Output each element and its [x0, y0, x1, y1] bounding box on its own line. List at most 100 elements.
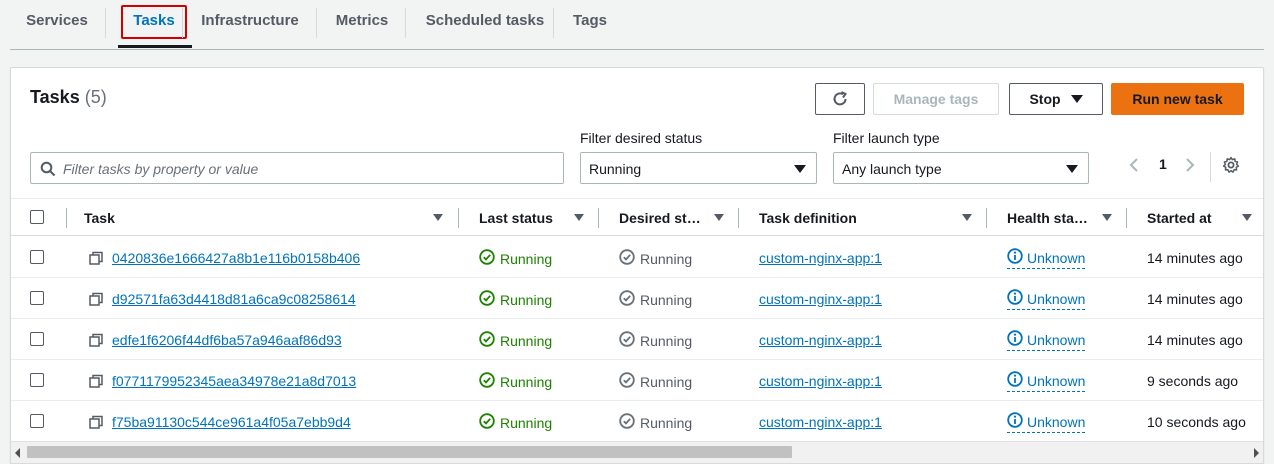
column-header-started-at[interactable]: Started at [1147, 210, 1212, 226]
manage-tags-button[interactable]: Manage tags [873, 83, 999, 115]
filter-launch-label: Filter launch type [833, 130, 940, 146]
task-definition-link[interactable]: custom-nginx-app:1 [759, 332, 882, 348]
health-status-text: Unknown [1027, 290, 1086, 307]
tab-metrics[interactable]: Metrics [330, 0, 394, 44]
health-status[interactable]: Unknown [1007, 371, 1086, 392]
scroll-right-icon[interactable] [1254, 448, 1259, 458]
stop-button-label: Stop [1029, 91, 1061, 107]
desired-status-text: Running [640, 373, 693, 390]
run-new-task-button[interactable]: Run new task [1111, 83, 1244, 115]
tab-tags[interactable]: Tags [568, 0, 612, 44]
launch-type-select[interactable]: Any launch type [833, 152, 1089, 184]
copy-icon[interactable] [89, 292, 104, 312]
row-checkbox[interactable] [30, 332, 44, 346]
sort-icon[interactable] [962, 214, 972, 221]
health-status[interactable]: Unknown [1007, 412, 1086, 433]
row-checkbox[interactable] [30, 250, 44, 264]
column-divider[interactable] [738, 208, 739, 228]
last-status: Running [479, 249, 552, 268]
column-header-task-definition[interactable]: Task definition [759, 210, 857, 226]
last-status-text: Running [500, 291, 553, 308]
task-definition-link[interactable]: custom-nginx-app:1 [759, 291, 882, 307]
scrollbar-thumb[interactable] [27, 446, 792, 458]
table-row[interactable]: f0771179952345aea34978e21a8d7013 Running R… [11, 360, 1263, 401]
gear-icon[interactable] [1222, 156, 1240, 174]
tab-divider [553, 8, 554, 38]
tab-divider [405, 8, 406, 38]
table-row[interactable]: d92571fa63d4418d81a6ca9c08258614 Running R… [11, 278, 1263, 319]
last-status: Running [479, 413, 552, 432]
sort-icon[interactable] [714, 214, 724, 221]
caret-down-icon [794, 165, 806, 173]
chevron-right-icon[interactable] [1184, 157, 1196, 173]
sort-icon[interactable] [1242, 214, 1252, 221]
task-definition-link[interactable]: custom-nginx-app:1 [759, 373, 882, 389]
desired-status-select[interactable]: Running [580, 152, 817, 184]
task-id-link[interactable]: 0420836e1666427a8b1e116b0158b406 [112, 250, 360, 266]
table-row[interactable]: f75ba91130c544ce961a4f05a7ebb9d4 Running R… [11, 401, 1263, 442]
row-checkbox[interactable] [30, 373, 44, 387]
health-status[interactable]: Unknown [1007, 289, 1086, 310]
launch-type-value: Any launch type [842, 161, 942, 177]
health-status[interactable]: Unknown [1007, 330, 1086, 351]
tab-divider [105, 8, 106, 38]
page-number[interactable]: 1 [1159, 156, 1167, 172]
column-divider[interactable] [458, 208, 459, 228]
chevron-down-icon [1070, 95, 1083, 103]
desired-status-text: Running [640, 332, 693, 349]
desired-status: Running [619, 331, 692, 350]
table-row[interactable]: edfe1f6206f44df6ba57a946aaf86d93 Running R… [11, 319, 1263, 360]
copy-icon[interactable] [89, 415, 104, 435]
copy-icon[interactable] [89, 374, 104, 394]
scroll-left-icon[interactable] [15, 448, 20, 458]
sort-icon[interactable] [433, 214, 443, 221]
task-count: (5) [84, 87, 107, 107]
column-header-task[interactable]: Task [84, 210, 115, 226]
sort-icon[interactable] [1102, 214, 1112, 221]
task-id-link[interactable]: f75ba91130c544ce961a4f05a7ebb9d4 [112, 414, 351, 430]
health-status-text: Unknown [1027, 249, 1086, 266]
desired-status-text: Running [640, 250, 693, 267]
search-input[interactable]: Filter tasks by property or value [30, 152, 564, 184]
panel-title-text: Tasks [30, 87, 80, 107]
status-check-icon [619, 413, 635, 432]
panel-title: Tasks (5) [30, 87, 107, 108]
task-definition-link[interactable]: custom-nginx-app:1 [759, 250, 882, 266]
column-header-last-status[interactable]: Last status [479, 210, 553, 226]
health-status-text: Unknown [1027, 372, 1086, 389]
info-icon [1007, 412, 1023, 431]
info-icon [1007, 371, 1023, 390]
column-divider[interactable] [598, 208, 599, 228]
column-header-health-status[interactable]: Health sta… [1007, 210, 1088, 226]
tab-services[interactable]: Services [18, 0, 96, 44]
search-placeholder: Filter tasks by property or value [63, 161, 259, 177]
sort-icon[interactable] [574, 214, 584, 221]
column-divider[interactable] [986, 208, 987, 228]
health-status-text: Unknown [1027, 331, 1086, 348]
task-id-link[interactable]: d92571fa63d4418d81a6ca9c08258614 [112, 291, 356, 307]
tab-scheduled-tasks[interactable]: Scheduled tasks [420, 0, 550, 44]
task-id-link[interactable]: edfe1f6206f44df6ba57a946aaf86d93 [112, 332, 342, 348]
chevron-left-icon[interactable] [1128, 157, 1140, 173]
refresh-button[interactable] [815, 83, 865, 115]
row-checkbox[interactable] [30, 291, 44, 305]
select-all-checkbox[interactable] [30, 210, 44, 224]
info-icon [1007, 248, 1023, 267]
stop-button[interactable]: Stop [1009, 83, 1103, 115]
column-header-desired-status[interactable]: Desired st… [619, 210, 701, 226]
tasks-panel: Tasks (5) Manage tags Stop Run new task … [10, 67, 1264, 464]
copy-icon[interactable] [89, 333, 104, 353]
health-status[interactable]: Unknown [1007, 248, 1086, 269]
row-checkbox[interactable] [30, 414, 44, 428]
column-divider[interactable] [1126, 208, 1127, 228]
tab-infrastructure[interactable]: Infrastructure [196, 0, 304, 44]
status-check-icon [619, 290, 635, 309]
started-at: 10 seconds ago [1147, 414, 1246, 430]
success-check-icon [479, 372, 495, 391]
task-definition-link[interactable]: custom-nginx-app:1 [759, 414, 882, 430]
horizontal-scrollbar[interactable] [11, 441, 1263, 463]
table-row[interactable]: 0420836e1666427a8b1e116b0158b406 Running R… [11, 237, 1263, 278]
task-id-link[interactable]: f0771179952345aea34978e21a8d7013 [112, 373, 356, 389]
copy-icon[interactable] [89, 251, 104, 271]
status-check-icon [619, 249, 635, 268]
